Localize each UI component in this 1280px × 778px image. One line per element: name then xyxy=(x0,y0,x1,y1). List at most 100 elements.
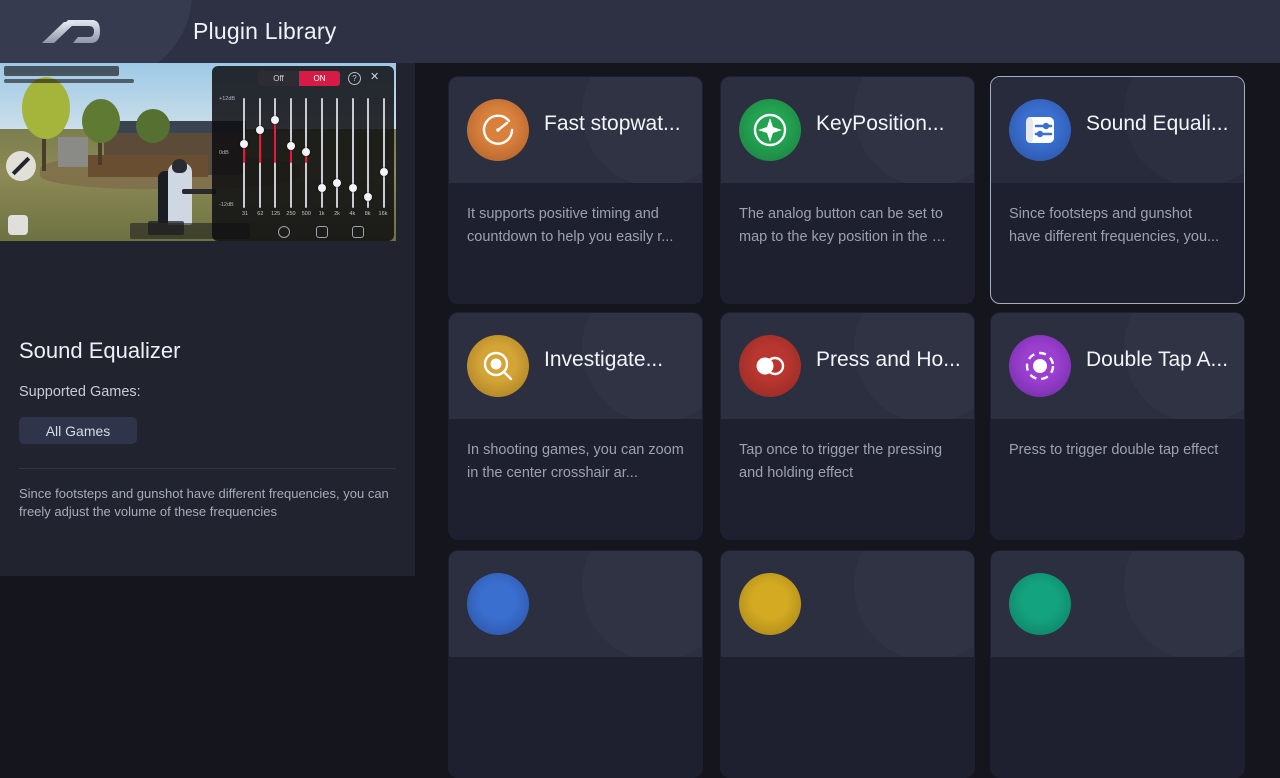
sidebar-divider xyxy=(19,468,396,469)
equalizer-band-label: 500 xyxy=(301,211,311,217)
equalizer-off-option[interactable]: Off xyxy=(258,71,299,86)
plugin-card[interactable]: Double Tap A... Press to trigger double … xyxy=(990,312,1245,540)
equalizer-person-icon[interactable] xyxy=(316,226,328,238)
plugin-card-header: KeyPosition... xyxy=(721,77,974,183)
detail-sidebar: Off ON ? ✕ +12dB 0dB -12dB 31 62 125 250… xyxy=(0,63,415,576)
equalizer-band-knob[interactable] xyxy=(317,183,326,192)
app-header: Plugin Library xyxy=(0,0,1280,63)
equalizer-band-knob[interactable] xyxy=(271,115,280,124)
preview-weapon xyxy=(182,189,216,194)
partial-card-icon-teal xyxy=(1009,573,1071,635)
magnifier-investigate-icon xyxy=(467,335,529,397)
detail-plugin-title: Sound Equalizer xyxy=(19,338,181,363)
equalizer-band-fill xyxy=(258,129,261,164)
plugin-card-header xyxy=(721,551,974,657)
plugin-card[interactable]: Fast stopwat... It supports positive tim… xyxy=(448,76,703,304)
equalizer-help-icon[interactable]: ? xyxy=(348,72,361,85)
equalizer-scale-min: -12dB xyxy=(219,202,234,208)
plugin-card-partial[interactable] xyxy=(448,550,703,778)
equalizer-slider-group[interactable] xyxy=(240,98,388,208)
plugin-card-description: The analog button can be set to map to t… xyxy=(739,206,947,245)
double-tap-icon xyxy=(1009,335,1071,397)
equalizer-target-icon[interactable] xyxy=(278,226,290,238)
equalizer-band-label: 125 xyxy=(271,211,281,217)
equalizer-scale-max: +12dB xyxy=(219,96,236,102)
equalizer-band-knob[interactable] xyxy=(364,192,373,201)
equalizer-band-knob[interactable] xyxy=(255,125,264,134)
equalizer-onoff-toggle[interactable]: Off ON xyxy=(258,71,340,86)
partial-card-icon-yellow xyxy=(739,573,801,635)
equalizer-band-slider[interactable] xyxy=(240,98,248,208)
sound-equalizer-icon xyxy=(1009,99,1071,161)
preview-ammo-counter xyxy=(148,221,184,235)
plugin-preview-image[interactable]: Off ON ? ✕ +12dB 0dB -12dB 31 62 125 250… xyxy=(0,63,396,241)
plugin-card-title: Press and Ho... xyxy=(816,348,961,371)
plugin-card-title: Fast stopwat... xyxy=(544,112,681,135)
partial-card-icon-blue xyxy=(467,573,529,635)
supported-games-tag[interactable]: All Games xyxy=(19,417,137,444)
preview-tree-foliage xyxy=(82,99,120,143)
plugin-card[interactable]: Investigate... In shooting games, you ca… xyxy=(448,312,703,540)
equalizer-on-option[interactable]: ON xyxy=(299,71,340,86)
plugin-card-title: Double Tap A... xyxy=(1086,348,1229,371)
equalizer-band-slider[interactable] xyxy=(302,98,311,208)
equalizer-close-icon[interactable]: ✕ xyxy=(370,71,379,84)
equalizer-band-track xyxy=(336,98,339,208)
equalizer-band-slider[interactable] xyxy=(271,98,280,208)
equalizer-band-slider[interactable] xyxy=(333,98,342,208)
plugin-card-description: It supports positive timing and countdow… xyxy=(467,206,674,245)
equalizer-band-slider[interactable] xyxy=(255,98,264,208)
preview-hud-minimap-bar xyxy=(4,79,134,83)
equalizer-band-knob[interactable] xyxy=(240,139,248,148)
equalizer-band-knob[interactable] xyxy=(302,147,311,156)
equalizer-band-slider[interactable] xyxy=(364,98,373,208)
equalizer-band-slider[interactable] xyxy=(348,98,357,208)
plugin-card-title: Sound Equali... xyxy=(1086,112,1229,135)
equalizer-band-label: 1k xyxy=(318,211,325,217)
plugin-card-title: KeyPosition... xyxy=(816,112,945,135)
preview-no-entry-icon xyxy=(6,151,36,181)
equalizer-band-knob[interactable] xyxy=(333,179,342,188)
equalizer-band-slider[interactable] xyxy=(286,98,295,208)
equalizer-band-track xyxy=(367,98,370,208)
plugin-card[interactable]: KeyPosition... The analog button can be … xyxy=(720,76,975,304)
equalizer-band-labels: 31 62 125 250 500 1k 2k 4k 8k 16k xyxy=(240,211,388,217)
preview-character-head xyxy=(172,159,187,173)
plugin-card-partial[interactable] xyxy=(720,550,975,778)
plugin-card-partial[interactable] xyxy=(990,550,1245,778)
equalizer-band-knob[interactable] xyxy=(348,183,357,192)
plugin-card-header: Sound Equali... xyxy=(991,77,1244,183)
equalizer-band-slider[interactable] xyxy=(317,98,326,208)
equalizer-band-fill xyxy=(274,119,277,164)
equalizer-band-slider[interactable] xyxy=(379,98,388,208)
equalizer-misc-icon[interactable] xyxy=(352,226,364,238)
equalizer-band-label: 16k xyxy=(378,211,388,217)
plugin-card-description: Tap once to trigger the pressing and hol… xyxy=(739,442,943,481)
equalizer-band-label: 250 xyxy=(286,211,296,217)
plugin-card-header xyxy=(991,551,1244,657)
preview-tree-foliage xyxy=(136,109,170,143)
plugin-card-header: Investigate... xyxy=(449,313,702,419)
equalizer-scale-mid: 0dB xyxy=(219,150,229,156)
supported-games-label: Supported Games: xyxy=(19,384,141,400)
plugin-card-description: In shooting games, you can zoom in the c… xyxy=(467,442,684,481)
plugin-card-header: Double Tap A... xyxy=(991,313,1244,419)
detail-description: Since footsteps and gunshot have differe… xyxy=(19,486,389,519)
plugin-card-header xyxy=(449,551,702,657)
brand-d-logo-icon[interactable] xyxy=(42,14,100,50)
equalizer-band-label: 31 xyxy=(241,211,249,217)
equalizer-band-label: 2k xyxy=(334,211,340,217)
plugin-card[interactable]: Press and Ho... Tap once to trigger the … xyxy=(720,312,975,540)
plugin-card-title: Investigate... xyxy=(544,348,664,371)
plugin-card[interactable]: Sound Equali... Since footsteps and guns… xyxy=(990,76,1245,304)
plugin-card-description: Since footsteps and gunshot have differe… xyxy=(1009,206,1220,245)
plugin-card-description: Press to trigger double tap effect xyxy=(1009,442,1219,458)
equalizer-band-knob[interactable] xyxy=(379,168,388,177)
equalizer-band-knob[interactable] xyxy=(286,142,295,150)
preview-equalizer-overlay[interactable]: Off ON ? ✕ +12dB 0dB -12dB 31 62 125 250… xyxy=(212,66,394,241)
plugin-card-header: Press and Ho... xyxy=(721,313,974,419)
preview-tree-foliage xyxy=(22,77,70,139)
equalizer-band-track xyxy=(382,98,385,208)
plugin-card-grid: Fast stopwat... It supports positive tim… xyxy=(415,63,1280,778)
key-position-compass-icon xyxy=(739,99,801,161)
